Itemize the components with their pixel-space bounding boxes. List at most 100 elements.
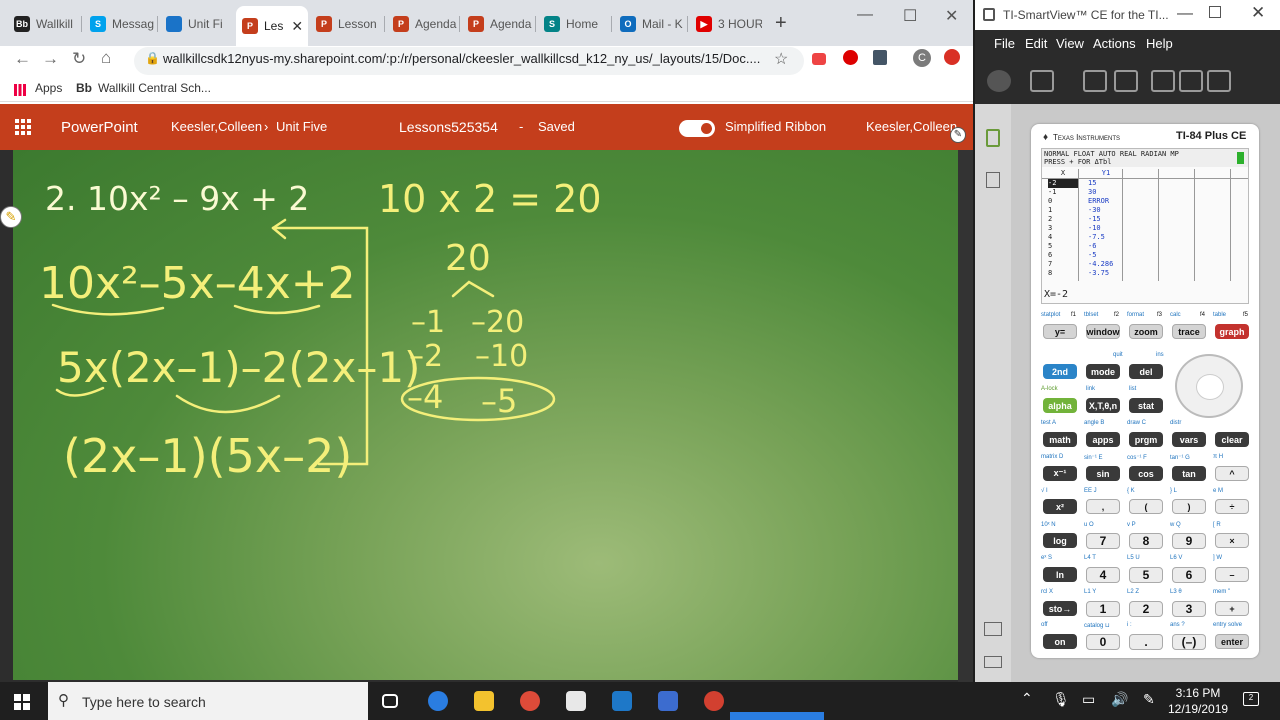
browser-tab[interactable]: ▶ 3 HOUR <box>690 8 762 40</box>
browser-tab[interactable]: S Messag <box>84 8 154 40</box>
table-row[interactable]: 7 -4.286 <box>1042 260 1248 269</box>
calculator-app-icon[interactable] <box>658 691 678 711</box>
calc-key[interactable]: 0 <box>1086 634 1120 650</box>
bookmark-apps[interactable]: Apps <box>35 81 62 95</box>
calc-key[interactable]: , <box>1086 499 1120 514</box>
send-to-calc-icon[interactable] <box>1114 70 1138 92</box>
menu-icon[interactable] <box>944 49 960 65</box>
table-row[interactable]: 3 -10 <box>1042 224 1248 233</box>
document-title[interactable]: Lessons525354 <box>399 119 498 135</box>
show-hidden-icons[interactable]: ⌃ <box>1021 690 1033 707</box>
calc-key[interactable]: prgm <box>1129 432 1163 447</box>
calc-key[interactable]: enter <box>1215 634 1249 649</box>
ribbon-toggle-label[interactable]: Simplified Ribbon <box>725 119 826 134</box>
calc-key[interactable]: ÷ <box>1215 499 1249 514</box>
reload-icon[interactable]: ↻ <box>72 49 86 69</box>
slide-scrollbar[interactable] <box>958 150 973 682</box>
app-name[interactable]: PowerPoint <box>61 119 138 136</box>
notes-tab-icon[interactable] <box>986 172 1000 188</box>
calc-key[interactable]: clear <box>1215 432 1249 447</box>
slide-canvas[interactable]: 2. 10x² – 9x + 2 10 x 2 = 20 10x²–5x–4x+… <box>13 150 958 680</box>
calc-key[interactable]: . <box>1129 634 1163 650</box>
pen-workspace-icon[interactable]: ✎ <box>1143 691 1155 708</box>
edge-icon[interactable] <box>428 691 448 711</box>
calc-key[interactable]: mode <box>1086 364 1120 379</box>
browser-tab[interactable]: O Mail - K <box>614 8 686 40</box>
calc-key[interactable]: + <box>1215 601 1249 616</box>
calc-key[interactable]: stat <box>1129 398 1163 413</box>
layout-icon[interactable] <box>1151 70 1175 92</box>
menu-actions[interactable]: Actions <box>1093 36 1136 51</box>
browser-tab[interactable]: P Agenda <box>462 8 532 40</box>
calc-key[interactable]: 9 <box>1172 533 1206 549</box>
calc-key[interactable]: ^ <box>1215 466 1249 481</box>
calculator-ext-icon[interactable] <box>873 50 887 65</box>
browser-tab[interactable]: P Agenda <box>387 8 457 40</box>
notifications-icon[interactable]: 2 <box>1243 692 1259 706</box>
outlook-icon[interactable] <box>612 691 632 711</box>
bookmark-star-icon[interactable]: ☆ <box>774 49 788 69</box>
calc-key[interactable]: 4 <box>1086 567 1120 583</box>
calc-key[interactable]: log <box>1043 533 1077 548</box>
history-tab-icon[interactable] <box>984 656 1002 668</box>
close-window-icon[interactable]: ✕ <box>945 6 958 26</box>
table-row[interactable]: 5 -6 <box>1042 242 1248 251</box>
mail-icon[interactable] <box>566 691 586 711</box>
browser-tab[interactable]: Bb Wallkill <box>8 8 78 40</box>
calc-key[interactable]: tan <box>1172 466 1206 481</box>
user-name[interactable]: Keesler,Colleen <box>866 119 957 134</box>
new-tab-button[interactable]: + <box>775 12 787 35</box>
url-text[interactable]: wallkillcsdk12nyus-my.sharepoint.com/:p:… <box>163 51 760 66</box>
ti-close-icon[interactable]: ✕ <box>1251 3 1265 23</box>
home-icon[interactable]: ⌂ <box>101 48 111 68</box>
network-icon[interactable]: ▭ <box>1082 691 1095 708</box>
calc-key[interactable]: 5 <box>1129 567 1163 583</box>
volume-icon[interactable]: 🔊 <box>1111 691 1128 708</box>
menu-file[interactable]: File <box>994 36 1015 51</box>
browser-tab[interactable]: P Les ✕ <box>236 6 308 46</box>
table-row[interactable]: 8 -3.75 <box>1042 269 1248 278</box>
simplified-ribbon-toggle[interactable] <box>679 120 715 137</box>
lock-icon[interactable]: 🔒 <box>145 51 160 65</box>
extension-icon[interactable] <box>812 53 826 65</box>
breadcrumb-folder[interactable]: Unit Five <box>276 119 327 134</box>
table-row[interactable]: 2 -15 <box>1042 215 1248 224</box>
browser-tab[interactable]: P Lesson <box>310 8 382 40</box>
microphone-icon[interactable]: 🎙 <box>1052 691 1070 708</box>
task-view-icon[interactable] <box>382 694 398 708</box>
calculator-view-icon[interactable] <box>1030 70 1054 92</box>
equal-icon[interactable] <box>1179 70 1203 92</box>
calc-key[interactable]: 2nd <box>1043 364 1077 379</box>
breadcrumb-user[interactable]: Keesler,Colleen <box>171 119 262 134</box>
keypad-icon[interactable] <box>987 70 1011 92</box>
emulator-tab-icon[interactable] <box>984 622 1002 636</box>
back-icon[interactable]: ← <box>14 49 31 69</box>
calc-key[interactable]: 3 <box>1172 601 1206 617</box>
adblock-icon[interactable] <box>843 50 858 65</box>
calc-key[interactable]: math <box>1043 432 1077 447</box>
table-row[interactable]: 1 -30 <box>1042 206 1248 215</box>
bookmark-wallkill[interactable]: Wallkill Central Sch... <box>98 81 211 95</box>
arrow-pad[interactable] <box>1175 354 1243 418</box>
calc-key[interactable]: window <box>1086 324 1120 339</box>
table-row[interactable]: -1 30 <box>1042 188 1248 197</box>
app-launcher-icon[interactable] <box>15 119 31 135</box>
system-clock[interactable]: 3:16 PM 12/19/2019 <box>1168 685 1228 717</box>
profile-avatar[interactable]: C <box>913 49 931 67</box>
table-row[interactable]: 6 -5 <box>1042 251 1248 260</box>
calc-key[interactable]: × <box>1215 533 1249 548</box>
calc-key[interactable]: zoom <box>1129 324 1163 339</box>
menu-view[interactable]: View <box>1056 36 1084 51</box>
table-row[interactable]: 0 ERROR <box>1042 197 1248 206</box>
calc-key[interactable]: – <box>1215 567 1249 582</box>
apps-grid-icon[interactable] <box>14 82 26 96</box>
chrome-profile-icon[interactable] <box>704 691 724 711</box>
calculator-tab-icon[interactable] <box>986 129 1000 147</box>
calc-key[interactable]: graph <box>1215 324 1249 339</box>
browser-tab[interactable]: S Home <box>538 8 610 40</box>
calc-key[interactable]: trace <box>1172 324 1206 339</box>
calc-key[interactable]: y= <box>1043 324 1077 339</box>
calc-key[interactable]: del <box>1129 364 1163 379</box>
minimize-window-icon[interactable]: — <box>857 6 873 24</box>
menu-edit[interactable]: Edit <box>1025 36 1047 51</box>
